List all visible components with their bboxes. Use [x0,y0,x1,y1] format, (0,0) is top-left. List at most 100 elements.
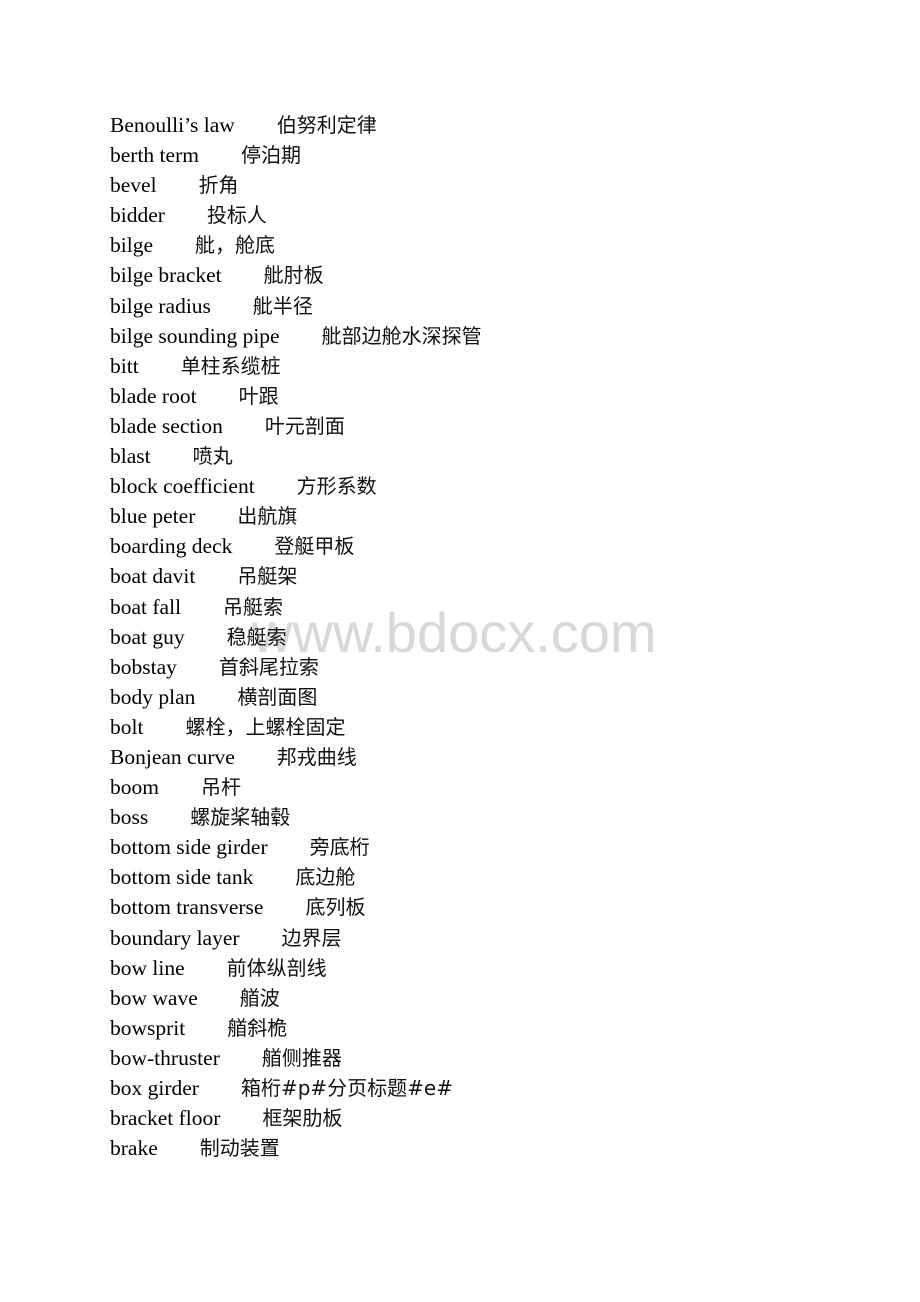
glossary-entry: brake 制动装置 [110,1133,482,1163]
glossary-entry: bottom side girder 旁底桁 [110,832,482,862]
entry-term: bevel [110,173,157,198]
glossary-entry: bowsprit 艏斜桅 [110,1013,482,1043]
entry-term: bottom side tank [110,865,254,890]
glossary-entry: block coefficient 方形系数 [110,471,482,501]
entry-translation: 前体纵剖线 [226,955,327,980]
entry-translation: 底边舱 [295,865,356,890]
entry-term: bitt [110,353,139,378]
entry-translation: 艏侧推器 [261,1045,342,1070]
glossary-entry: bilge bracket 舭肘板 [110,260,482,290]
entry-translation: 吊杆 [200,775,241,800]
glossary-entry: bow-thruster 艏侧推器 [110,1043,482,1073]
entry-translation: 舭部边舱水深探管 [321,323,482,348]
entry-translation: 叶跟 [238,383,279,408]
glossary-entry: bow line 前体纵剖线 [110,953,482,983]
entry-term: bow-thruster [110,1045,220,1070]
entry-term: blade section [110,413,223,438]
entry-translation: 折角 [198,173,239,198]
entry-translation: 出航旗 [237,504,298,529]
glossary-entry: blade root 叶跟 [110,381,482,411]
entry-term: bilge bracket [110,263,222,288]
entry-term: body plan [110,684,196,709]
entry-term: Bonjean curve [110,744,235,769]
entry-translation: 螺栓，上螺栓固定 [185,714,346,739]
entry-translation: 单柱系缆桩 [180,353,281,378]
glossary-entry: blade section 叶元剖面 [110,411,482,441]
entry-term: bottom side girder [110,835,268,860]
glossary-list: Benoulli’s law 伯努利定律 berth term 停泊期 bevel 折角 b… [110,110,482,1163]
glossary-entry: Benoulli’s law 伯努利定律 [110,110,482,140]
glossary-entry: bottom transverse 底列板 [110,892,482,922]
entry-term: boat davit [110,564,196,589]
glossary-entry: berth term 停泊期 [110,140,482,170]
entry-term: boom [110,775,159,800]
entry-translation: 舭，舱底 [195,233,275,258]
entry-translation: 首斜尾拉索 [218,654,319,679]
entry-translation: 舭半径 [252,293,313,318]
entry-term: boat fall [110,594,182,619]
glossary-entry: boat fall 吊艇索 [110,592,482,622]
glossary-entry: body plan 横剖面图 [110,682,482,712]
entry-translation: 框架肋板 [262,1106,343,1131]
entry-term: bottom transverse [110,895,264,920]
entry-translation: 艏斜桅 [227,1015,288,1040]
entry-translation: 艏波 [239,985,280,1010]
glossary-entry: Bonjean curve 邦戎曲线 [110,742,482,772]
glossary-entry: boom 吊杆 [110,772,482,802]
entry-translation: 旁底桁 [309,835,370,860]
glossary-entry: bracket floor 框架肋板 [110,1103,482,1133]
entry-term: blue peter [110,504,196,529]
entry-translation: 邦戎曲线 [276,744,357,769]
glossary-entry: bow wave 艏波 [110,983,482,1013]
entry-term: box girder [110,1076,199,1100]
glossary-entry: bobstay 首斜尾拉索 [110,652,482,682]
entry-term: bolt [110,714,144,739]
entry-term: boarding deck [110,534,233,559]
entry-translation: 横剖面图 [237,684,318,709]
entry-term: bilge radius [110,293,211,318]
entry-translation: 箱桁#p#分页标题#e# [240,1076,453,1100]
glossary-entry: bottom side tank 底边舱 [110,862,482,892]
entry-translation: 投标人 [206,203,267,228]
entry-translation: 伯努利定律 [276,113,377,137]
entry-term: bilge [110,233,153,258]
entry-term: blade root [110,383,197,408]
entry-term: block coefficient [110,474,255,499]
entry-translation: 吊艇架 [237,564,298,589]
glossary-entry: boarding deck 登艇甲板 [110,531,482,561]
glossary-entry: boss 螺旋桨轴毂 [110,802,482,832]
entry-translation: 舭肘板 [263,263,324,288]
entry-translation: 螺旋桨轴毂 [190,805,291,830]
glossary-entry: bolt 螺栓，上螺栓固定 [110,712,482,742]
entry-translation: 登艇甲板 [274,534,355,559]
entry-term: bobstay [110,654,177,679]
entry-translation: 方形系数 [296,474,377,499]
entry-translation: 吊艇索 [223,594,284,619]
glossary-entry: blast 喷丸 [110,441,482,471]
glossary-entry: boat davit 吊艇架 [110,561,482,591]
entry-translation: 叶元剖面 [264,413,345,438]
glossary-entry: box girder 箱桁#p#分页标题#e# [110,1073,482,1103]
entry-term: bow wave [110,985,198,1010]
entry-translation: 底列板 [305,895,366,920]
entry-term: boss [110,805,149,830]
entry-term: bracket floor [110,1106,221,1131]
entry-term: berth term [110,143,199,168]
glossary-entry: bevel 折角 [110,170,482,200]
entry-translation: 喷丸 [192,444,233,469]
entry-term: blast [110,444,151,469]
glossary-entry: bilge 舭，舱底 [110,230,482,260]
entry-term: bilge sounding pipe [110,323,280,348]
glossary-entry: bidder 投标人 [110,200,482,230]
glossary-entry: bilge radius 舭半径 [110,291,482,321]
entry-term: bidder [110,203,165,228]
entry-term: bow line [110,955,185,980]
entry-translation: 停泊期 [240,143,301,168]
document-page: www.bdocx.com Benoulli’s law 伯努利定律 berth t… [0,0,920,1302]
entry-term: brake [110,1136,158,1161]
entry-translation: 制动装置 [199,1136,280,1161]
glossary-entry: boundary layer 边界层 [110,923,482,953]
entry-term: boundary layer [110,925,240,950]
entry-translation: 边界层 [281,925,342,950]
entry-term: Benoulli’s law [110,113,235,137]
